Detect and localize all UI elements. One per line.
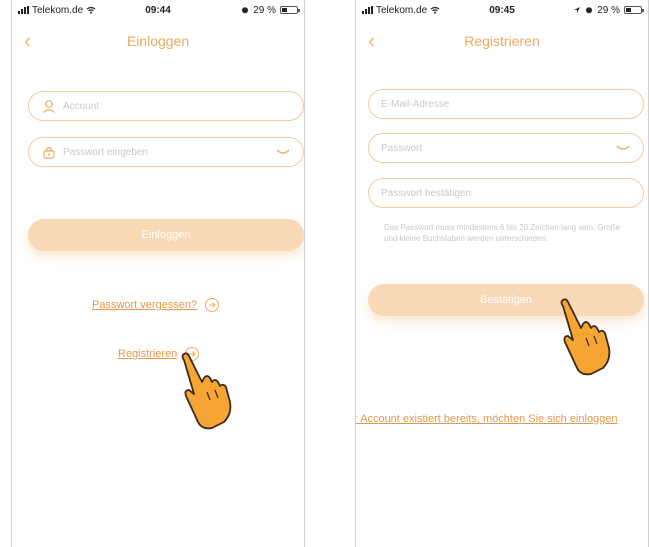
hand-pointer-icon bbox=[560, 298, 611, 376]
forgot-password-label: Passwort vergessen? bbox=[92, 299, 198, 311]
confirm-password-input[interactable] bbox=[381, 187, 631, 199]
signal-icon bbox=[362, 6, 373, 14]
nav-bar: ‹ Registrieren bbox=[356, 30, 648, 54]
password-field[interactable] bbox=[368, 133, 644, 163]
password-field[interactable] bbox=[28, 137, 304, 167]
lock-icon bbox=[41, 144, 57, 160]
confirm-password-field[interactable] bbox=[368, 178, 644, 208]
status-bar: Telekom.de 09:44 29 % bbox=[12, 0, 304, 20]
user-icon bbox=[41, 98, 57, 114]
back-chevron-icon[interactable]: ‹ bbox=[368, 30, 375, 52]
status-right: 29 % bbox=[241, 4, 300, 16]
account-field[interactable] bbox=[28, 91, 304, 121]
account-input[interactable] bbox=[63, 100, 291, 112]
password-input[interactable] bbox=[381, 142, 615, 154]
register-label: Registrieren bbox=[118, 348, 178, 360]
carrier: Telekom.de bbox=[362, 5, 440, 16]
arrow-circle-icon bbox=[205, 298, 220, 312]
hand-pointer-icon bbox=[181, 352, 232, 430]
location-icon bbox=[574, 7, 581, 13]
password-hint: Das Passwort muss mindestens 6 bis 20 Ze… bbox=[384, 223, 621, 243]
signal-icon bbox=[18, 6, 29, 14]
existing-account-label: r Account existiert bereits, möchten Sie… bbox=[355, 413, 618, 425]
login-screen: Telekom.de 09:44 29 % ‹ Einloggen Einlog… bbox=[11, 0, 305, 547]
status-bar: Telekom.de 09:45 29 % bbox=[356, 0, 648, 20]
nav-bar: ‹ Einloggen bbox=[12, 30, 304, 54]
carrier-label: Telekom.de bbox=[32, 4, 84, 16]
existing-account-link[interactable]: r Account existiert bereits, möchten Sie… bbox=[355, 413, 618, 425]
wifi-icon bbox=[86, 6, 96, 14]
eye-hidden-icon[interactable] bbox=[615, 143, 631, 153]
eye-hidden-icon[interactable] bbox=[275, 147, 291, 157]
register-screen: Telekom.de 09:45 29 % ‹ Registrieren Das… bbox=[355, 0, 649, 547]
battery-icon bbox=[624, 6, 644, 14]
battery-percent: 29 % bbox=[597, 4, 620, 16]
password-input[interactable] bbox=[63, 146, 275, 158]
alarm-icon bbox=[586, 7, 593, 14]
back-chevron-icon[interactable]: ‹ bbox=[24, 30, 31, 52]
wifi-icon bbox=[430, 6, 440, 14]
page-title: Registrieren bbox=[464, 33, 540, 49]
forgot-password-link[interactable]: Passwort vergessen? bbox=[92, 298, 220, 312]
page-title: Einloggen bbox=[126, 33, 190, 49]
email-input[interactable] bbox=[381, 98, 631, 110]
alarm-icon bbox=[242, 7, 249, 14]
email-field[interactable] bbox=[368, 89, 644, 119]
status-right: 29 % bbox=[573, 4, 644, 16]
login-button[interactable]: Einloggen bbox=[28, 219, 304, 251]
battery-icon bbox=[280, 6, 300, 14]
carrier: Telekom.de bbox=[18, 5, 96, 16]
battery-percent: 29 % bbox=[253, 4, 276, 16]
carrier-label: Telekom.de bbox=[376, 4, 428, 16]
